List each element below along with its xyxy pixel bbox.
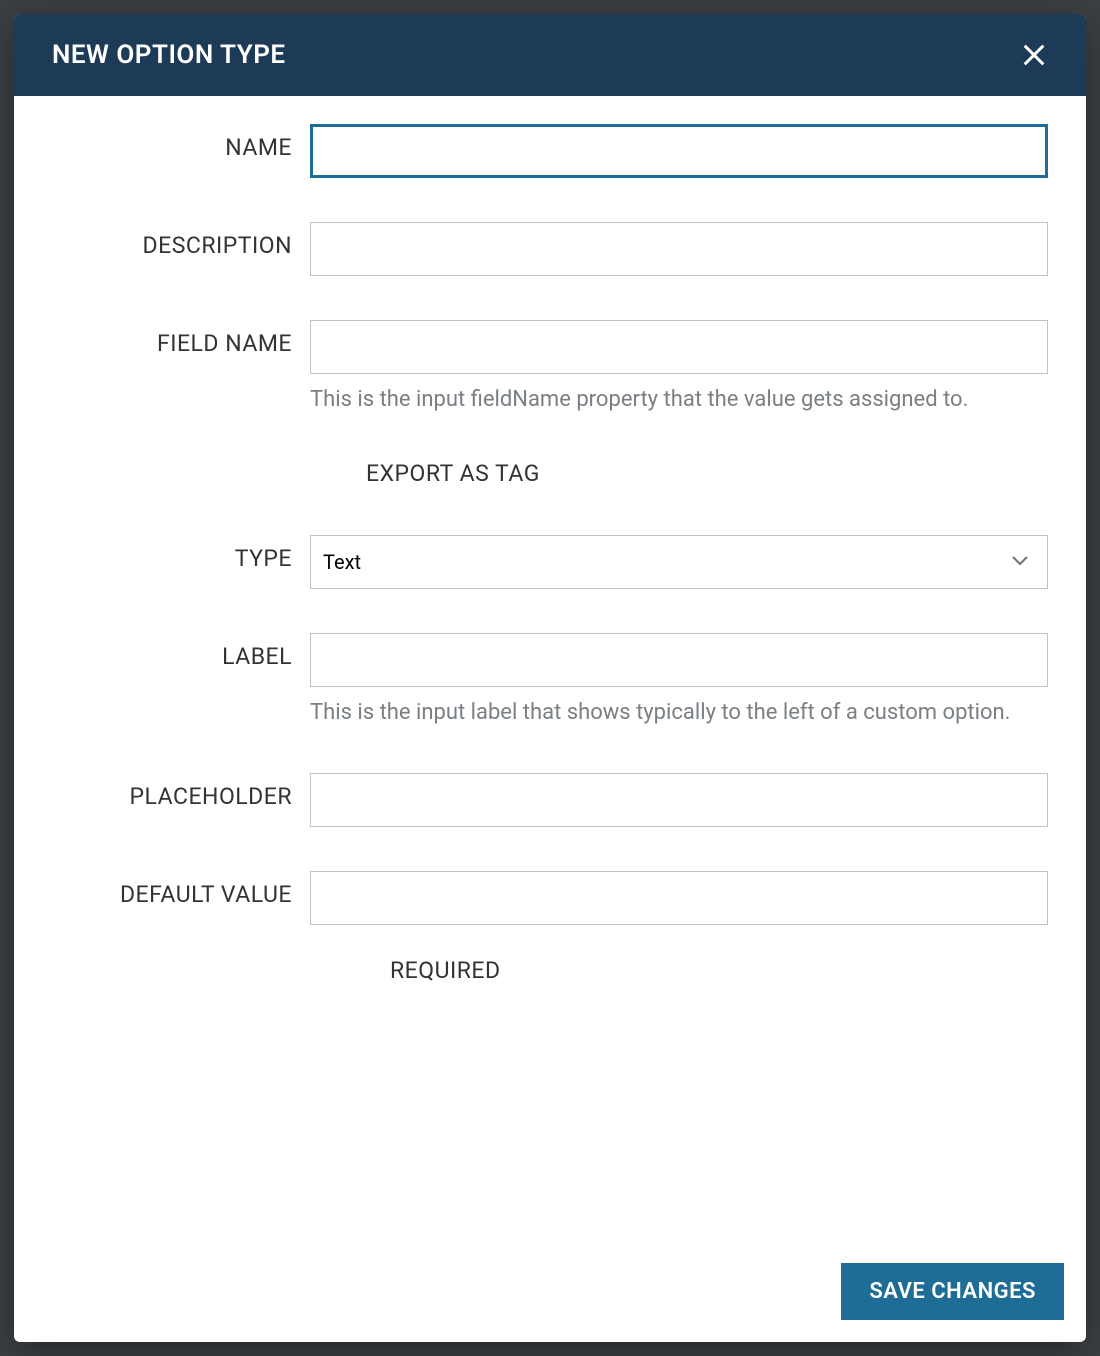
- label-col: PLACEHOLDER: [52, 773, 310, 810]
- close-icon: [1020, 41, 1048, 69]
- save-button[interactable]: SAVE CHANGES: [841, 1263, 1064, 1320]
- placeholder-input[interactable]: [310, 773, 1048, 827]
- modal-header: NEW OPTION TYPE: [14, 14, 1086, 96]
- row-label: LABEL This is the input label that shows…: [52, 633, 1048, 729]
- default-value-input[interactable]: [310, 871, 1048, 925]
- modal-title: NEW OPTION TYPE: [52, 40, 286, 70]
- label-col: TYPE: [52, 535, 310, 572]
- input-col: [310, 124, 1048, 178]
- label-col: LABEL: [52, 633, 310, 670]
- input-col: [310, 871, 1048, 925]
- field-name-help: This is the input fieldName property tha…: [310, 384, 1048, 416]
- row-name: NAME: [52, 124, 1048, 178]
- row-default-value: DEFAULT VALUE: [52, 871, 1048, 925]
- required-label: REQUIRED: [390, 957, 501, 984]
- export-as-tag-label: EXPORT AS TAG: [366, 460, 540, 487]
- close-button[interactable]: [1014, 35, 1054, 75]
- row-export-as-tag: EXPORT AS TAG: [52, 460, 1048, 487]
- description-label: DESCRIPTION: [143, 232, 292, 259]
- placeholder-label: PLACEHOLDER: [130, 783, 293, 810]
- input-col: [310, 222, 1048, 276]
- input-col: [310, 773, 1048, 827]
- row-description: DESCRIPTION: [52, 222, 1048, 276]
- modal-body: NAME DESCRIPTION FIELD NAME This is the …: [14, 96, 1086, 1052]
- label-field-label: LABEL: [222, 643, 292, 670]
- type-select-value: Text: [310, 535, 1048, 589]
- type-label: TYPE: [235, 545, 292, 572]
- row-type: TYPE Text: [52, 535, 1048, 589]
- modal-footer: SAVE CHANGES: [14, 1263, 1086, 1342]
- row-placeholder: PLACEHOLDER: [52, 773, 1048, 827]
- label-col: FIELD NAME: [52, 320, 310, 357]
- name-label: NAME: [225, 134, 292, 161]
- name-input[interactable]: [310, 124, 1048, 178]
- field-name-input[interactable]: [310, 320, 1048, 374]
- label-col: DEFAULT VALUE: [52, 871, 310, 908]
- input-col: This is the input fieldName property tha…: [310, 320, 1048, 416]
- label-col: NAME: [52, 124, 310, 161]
- default-value-label: DEFAULT VALUE: [120, 881, 292, 908]
- modal-dialog: NEW OPTION TYPE NAME DESCRIPTION: [14, 14, 1086, 1342]
- label-help: This is the input label that shows typic…: [310, 697, 1048, 729]
- input-col: This is the input label that shows typic…: [310, 633, 1048, 729]
- description-input[interactable]: [310, 222, 1048, 276]
- input-col: Text: [310, 535, 1048, 589]
- label-input[interactable]: [310, 633, 1048, 687]
- type-select[interactable]: Text: [310, 535, 1048, 589]
- label-col: DESCRIPTION: [52, 222, 310, 259]
- row-field-name: FIELD NAME This is the input fieldName p…: [52, 320, 1048, 416]
- row-required: REQUIRED: [52, 957, 1048, 984]
- field-name-label: FIELD NAME: [157, 330, 292, 357]
